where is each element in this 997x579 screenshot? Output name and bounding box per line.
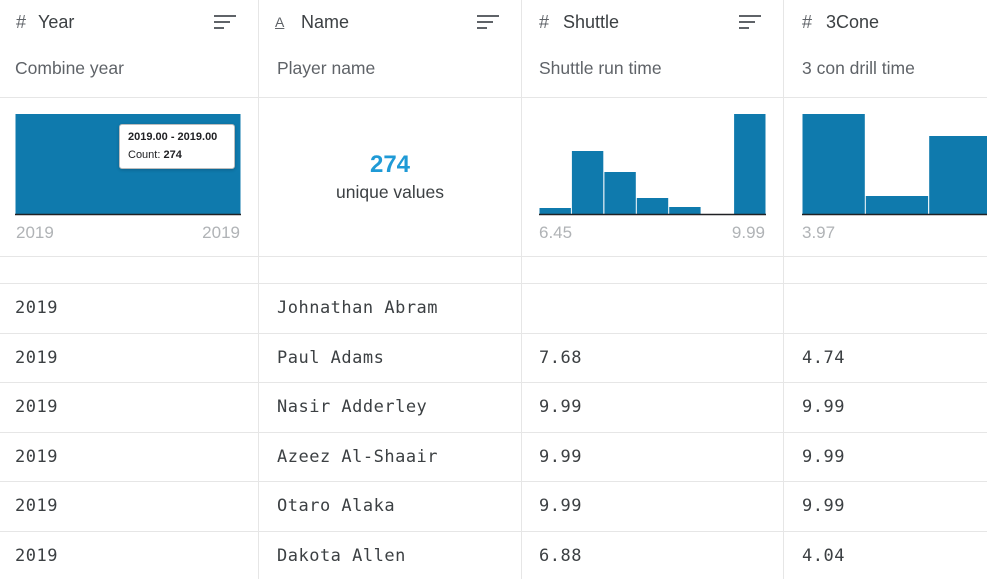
cell-name: Dakota Allen	[277, 545, 406, 566]
cell-3cone: 4.74	[802, 347, 845, 368]
column-summary: 3.97	[784, 97, 987, 257]
table-row[interactable]: 9.99	[784, 481, 987, 530]
sort-icon[interactable]	[739, 15, 761, 29]
axis-max-label: 9.99	[731, 223, 765, 242]
histogram-bar[interactable]	[571, 151, 604, 214]
column-year: # Year Combine year 2019 2019 2019 2019 20…	[0, 0, 259, 579]
column-title: Shuttle	[563, 12, 620, 32]
histogram-bar[interactable]	[604, 172, 636, 214]
table-row[interactable]: 2019	[0, 530, 258, 579]
table-row[interactable]: 2019	[0, 283, 258, 332]
cell-year: 2019	[15, 496, 58, 516]
table-row[interactable]: 7.68	[522, 332, 783, 382]
column-summary: 274 unique values	[259, 97, 521, 257]
column-name: A Name Player name 274 unique values Joh…	[259, 0, 522, 579]
cell-year: 2019	[15, 545, 58, 566]
number-icon: #	[802, 12, 813, 32]
column-summary: 2019 2019	[0, 97, 258, 257]
cell-name: Otaro Alaka	[277, 496, 396, 516]
column-description: Player name	[277, 58, 376, 78]
table-row[interactable]: 2019	[0, 382, 258, 431]
table-row[interactable]: 9.99	[522, 382, 783, 431]
column-title: Year	[38, 12, 75, 32]
cell-year: 2019	[15, 446, 58, 467]
sort-icon[interactable]	[214, 15, 236, 29]
table-row[interactable]: Otaro Alaka	[259, 481, 521, 530]
histogram-tooltip: 2019.00 - 2019.00 Count: 274	[119, 124, 235, 169]
table-row[interactable]: 2019	[0, 332, 258, 382]
cell-name: Nasir Adderley	[277, 397, 428, 417]
cell-3cone: 9.99	[802, 397, 845, 417]
tooltip-count-label: Count:	[128, 149, 161, 161]
table-row[interactable]: 9.99	[522, 431, 783, 481]
cell-3cone: 9.99	[802, 496, 845, 516]
table-row[interactable]: Paul Adams	[259, 332, 521, 382]
axis-min-label: 3.97	[802, 223, 836, 242]
unique-label: unique values	[336, 182, 444, 202]
histogram-bar[interactable]	[865, 196, 929, 214]
table-row[interactable]	[784, 283, 987, 332]
cell-name: Azeez Al-Shaair	[277, 446, 439, 467]
column-header-shuttle[interactable]: # Shuttle	[522, 0, 783, 45]
table-row[interactable]: 9.99	[522, 481, 783, 530]
axis-min-label: 2019	[16, 223, 54, 242]
column-description: 3 con drill time	[802, 58, 915, 78]
column-description: Combine year	[15, 58, 124, 78]
sort-icon[interactable]	[477, 15, 499, 29]
unique-count: 274	[369, 151, 411, 178]
tooltip-count: Count: 274	[128, 149, 182, 161]
string-icon: A	[275, 14, 285, 30]
column-description: Shuttle run time	[539, 58, 662, 78]
table-row[interactable]: 6.88	[522, 530, 783, 579]
histogram-bar[interactable]	[669, 207, 701, 214]
histogram[interactable]	[802, 110, 987, 216]
table-row[interactable]: 2019	[0, 481, 258, 530]
column-header-name[interactable]: A Name	[259, 0, 521, 45]
cell-year: 2019	[15, 397, 58, 417]
table-row[interactable]: Johnathan Abram	[259, 283, 521, 332]
column-3cone: # 3Cone 3 con drill time 3.97 4.74 9.99 9.…	[784, 0, 987, 579]
tooltip-count-value: 274	[163, 149, 182, 161]
table-row[interactable]: 2019	[0, 431, 258, 481]
column-summary: 6.45 9.99	[522, 97, 783, 257]
histogram-bar[interactable]	[636, 198, 669, 214]
column-header-3cone[interactable]: # 3Cone	[784, 0, 987, 45]
cell-shuttle: 9.99	[539, 496, 582, 516]
axis-max-label: 2019	[202, 223, 240, 242]
table-row[interactable]: 9.99	[784, 431, 987, 481]
number-icon: #	[16, 12, 27, 32]
histogram-bar[interactable]	[539, 208, 571, 214]
table-row[interactable]: 4.04	[784, 530, 987, 579]
cell-shuttle: 6.88	[539, 545, 582, 566]
cell-shuttle: 7.68	[539, 347, 582, 368]
axis-min-label: 6.45	[539, 223, 573, 242]
histogram[interactable]	[539, 110, 766, 216]
column-title: Name	[301, 12, 350, 32]
histogram-bar[interactable]	[734, 114, 766, 214]
cell-year: 2019	[15, 347, 58, 368]
cell-shuttle: 9.99	[539, 397, 582, 417]
table-row[interactable]	[522, 283, 783, 332]
cell-shuttle: 9.99	[539, 446, 582, 467]
cell-3cone: 9.99	[802, 446, 845, 467]
number-icon: #	[539, 12, 550, 32]
histogram-bar[interactable]	[929, 136, 987, 214]
table-row[interactable]: Dakota Allen	[259, 530, 521, 579]
column-shuttle: # Shuttle Shuttle run time 6.45 9.99 7.6…	[522, 0, 784, 579]
column-header-year[interactable]: # Year	[0, 0, 258, 45]
histogram-bar[interactable]	[802, 114, 865, 214]
cell-year: 2019	[15, 298, 58, 318]
cell-3cone: 4.04	[802, 545, 845, 566]
cell-name: Johnathan Abram	[277, 298, 439, 318]
table-row[interactable]: Nasir Adderley	[259, 382, 521, 431]
table-row[interactable]: 4.74	[784, 332, 987, 382]
table-row[interactable]: Azeez Al-Shaair	[259, 431, 521, 481]
column-title: 3Cone	[826, 12, 880, 32]
tooltip-range: 2019.00 - 2019.00	[128, 131, 218, 143]
table-row[interactable]: 9.99	[784, 382, 987, 431]
cell-name: Paul Adams	[277, 347, 385, 368]
data-table: # Year Combine year 2019 2019 2019 2019 20…	[0, 0, 997, 579]
